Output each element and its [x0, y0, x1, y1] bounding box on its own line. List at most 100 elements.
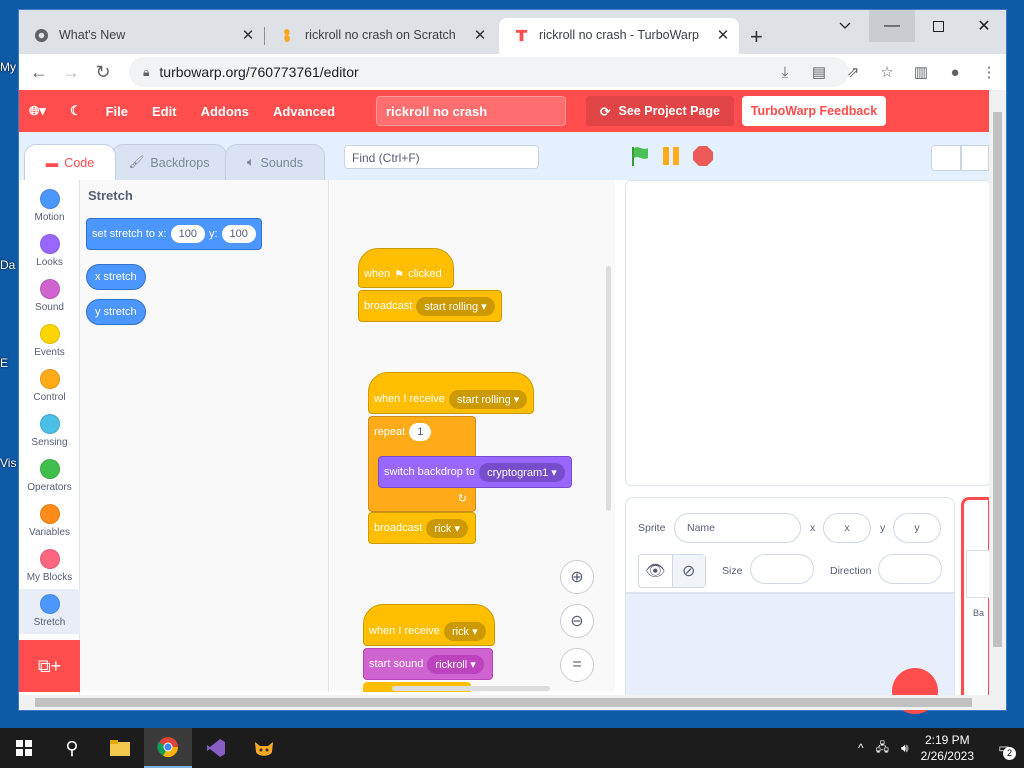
- close-tab-icon[interactable]: ✕: [238, 26, 258, 44]
- find-input[interactable]: Find (Ctrl+F): [344, 145, 539, 169]
- y-input[interactable]: y: [893, 513, 941, 543]
- profile-avatar-icon[interactable]: ●: [938, 56, 972, 88]
- theme-moon-icon[interactable]: ☾: [58, 103, 94, 119]
- x-value-input[interactable]: 100: [170, 225, 205, 243]
- category-operators[interactable]: Operators: [19, 454, 80, 499]
- green-flag-icon[interactable]: [628, 144, 652, 168]
- x-input[interactable]: x: [823, 513, 871, 543]
- page-vscrollbar[interactable]: [989, 90, 1006, 695]
- file-menu[interactable]: File: [94, 104, 140, 119]
- visual-studio-icon[interactable]: [192, 728, 240, 768]
- menu-kebab-icon[interactable]: ⋮: [972, 56, 1006, 88]
- y-value-input[interactable]: 100: [221, 225, 256, 243]
- script-workspace[interactable]: when ⚑ clicked broadcast start rolling ▾ wh…: [330, 180, 615, 692]
- add-extension-button[interactable]: ⧉+: [19, 640, 80, 692]
- chrome-taskbar-icon[interactable]: [144, 728, 192, 768]
- show-eye-icon[interactable]: 👁︎: [639, 555, 673, 587]
- message-dropdown[interactable]: start rolling ▾: [448, 389, 528, 409]
- category-motion[interactable]: Motion: [19, 184, 80, 229]
- workspace-scrollbar[interactable]: [606, 266, 611, 511]
- category-control[interactable]: Control: [19, 364, 80, 409]
- category-variables[interactable]: Variables: [19, 499, 80, 544]
- when-flag-clicked-block[interactable]: when ⚑ clicked: [358, 248, 454, 288]
- large-stage-button[interactable]: [961, 145, 989, 171]
- zoom-reset-icon[interactable]: =: [560, 648, 594, 682]
- pdf-icon[interactable]: ▤: [802, 56, 836, 88]
- feedback-button[interactable]: TurboWarp Feedback: [742, 96, 886, 126]
- tab-backdrops[interactable]: 🖌︎ Backdrops: [111, 144, 227, 180]
- sound-dropdown[interactable]: rickroll ▾: [427, 654, 484, 674]
- notifications-icon[interactable]: ▭2: [984, 728, 1024, 768]
- network-icon[interactable]: 🖧︎: [876, 738, 889, 759]
- backdrop-dropdown[interactable]: cryptogram1 ▾: [479, 462, 565, 482]
- zoom-out-icon[interactable]: ⊖: [560, 604, 594, 638]
- tab-search-icon[interactable]: [822, 10, 868, 42]
- edit-menu[interactable]: Edit: [140, 104, 189, 119]
- advanced-menu[interactable]: Advanced: [261, 104, 347, 119]
- size-input[interactable]: [750, 554, 814, 584]
- close-tab-icon[interactable]: ✕: [713, 26, 733, 44]
- y-stretch-reporter[interactable]: y stretch: [86, 299, 146, 325]
- start-sound-block[interactable]: start sound rickroll ▾: [363, 648, 493, 680]
- when-i-receive-block[interactable]: when I receive start rolling ▾: [368, 372, 534, 414]
- small-stage-button[interactable]: [931, 145, 961, 171]
- search-icon[interactable]: ⚲: [48, 728, 96, 768]
- bookmark-star-icon[interactable]: ☆: [870, 56, 904, 88]
- repeat-count-input[interactable]: 1: [409, 423, 432, 441]
- file-explorer-icon[interactable]: [96, 728, 144, 768]
- clock[interactable]: 2:19 PM 2/26/2023: [921, 732, 974, 764]
- direction-input[interactable]: [878, 554, 942, 584]
- category-my-blocks[interactable]: My Blocks: [19, 544, 80, 589]
- category-sound[interactable]: Sound: [19, 274, 80, 319]
- scratch-cat-icon[interactable]: [240, 728, 288, 768]
- side-panel-icon[interactable]: ▥: [904, 56, 938, 88]
- tab-code[interactable]: ▬ Code: [24, 144, 116, 180]
- broadcast-block[interactable]: broadcast start rolling ▾: [358, 290, 502, 322]
- when-i-receive-block[interactable]: when I receive rick ▾: [363, 604, 495, 646]
- project-title-input[interactable]: rickroll no crash: [376, 96, 566, 126]
- x-stretch-reporter[interactable]: x stretch: [86, 264, 146, 290]
- tab-sounds[interactable]: 🔈︎ Sounds: [225, 144, 325, 180]
- close-tab-icon[interactable]: ✕: [470, 26, 490, 44]
- hide-eye-icon[interactable]: ⊘: [672, 555, 705, 587]
- category-sensing[interactable]: Sensing: [19, 409, 80, 454]
- stop-icon[interactable]: [691, 144, 715, 168]
- windows-start-icon[interactable]: [0, 728, 48, 768]
- category-looks[interactable]: Looks: [19, 229, 80, 274]
- workspace-hscrollbar[interactable]: [392, 686, 550, 691]
- stage-selector[interactable]: Ba: [961, 497, 991, 703]
- page-hscrollbar[interactable]: [19, 695, 1006, 710]
- tab-title: What's New: [59, 28, 126, 42]
- pause-icon[interactable]: [659, 144, 683, 168]
- category-dot: [39, 504, 60, 524]
- switch-backdrop-block[interactable]: switch backdrop to cryptogram1 ▾: [378, 456, 572, 488]
- tab-scratch[interactable]: rickroll no crash on Scratch ✕: [265, 18, 496, 52]
- address-bar[interactable]: 🔒︎ turbowarp.org/760773761/editor: [129, 57, 849, 87]
- category-stretch[interactable]: Stretch: [19, 589, 80, 634]
- back-icon[interactable]: ←: [23, 56, 55, 88]
- see-project-page-button[interactable]: ⟳ See Project Page: [586, 96, 734, 126]
- share-icon[interactable]: ⇗: [836, 56, 870, 88]
- message-dropdown[interactable]: rick ▾: [426, 518, 468, 538]
- category-events[interactable]: Events: [19, 319, 80, 364]
- close-window-icon[interactable]: ✕: [961, 10, 1007, 42]
- zoom-in-icon[interactable]: ⊕: [560, 560, 594, 594]
- new-tab-icon[interactable]: +: [750, 24, 763, 50]
- language-globe-icon[interactable]: 🌐︎▾: [19, 103, 58, 119]
- chevron-up-icon[interactable]: ^: [858, 741, 864, 755]
- forward-icon[interactable]: →: [55, 56, 87, 88]
- message-dropdown[interactable]: start rolling ▾: [416, 296, 495, 316]
- message-dropdown[interactable]: rick ▾: [443, 621, 486, 641]
- stage-canvas[interactable]: [625, 180, 991, 486]
- sprite-name-input[interactable]: Name: [674, 513, 801, 543]
- tab-whats-new[interactable]: What's New ✕: [19, 18, 264, 52]
- y-label: y: [880, 522, 886, 534]
- minimize-icon[interactable]: —: [869, 10, 915, 42]
- install-icon[interactable]: ⤓: [768, 56, 802, 88]
- broadcast-block[interactable]: broadcast rick ▾: [368, 512, 476, 544]
- reload-icon[interactable]: ↻: [87, 56, 119, 88]
- volume-icon[interactable]: 🔊︎: [901, 741, 909, 756]
- maximize-icon[interactable]: [915, 10, 961, 42]
- addons-menu[interactable]: Addons: [189, 104, 261, 119]
- set-stretch-block[interactable]: set stretch to x: 100 y: 100: [86, 218, 262, 250]
